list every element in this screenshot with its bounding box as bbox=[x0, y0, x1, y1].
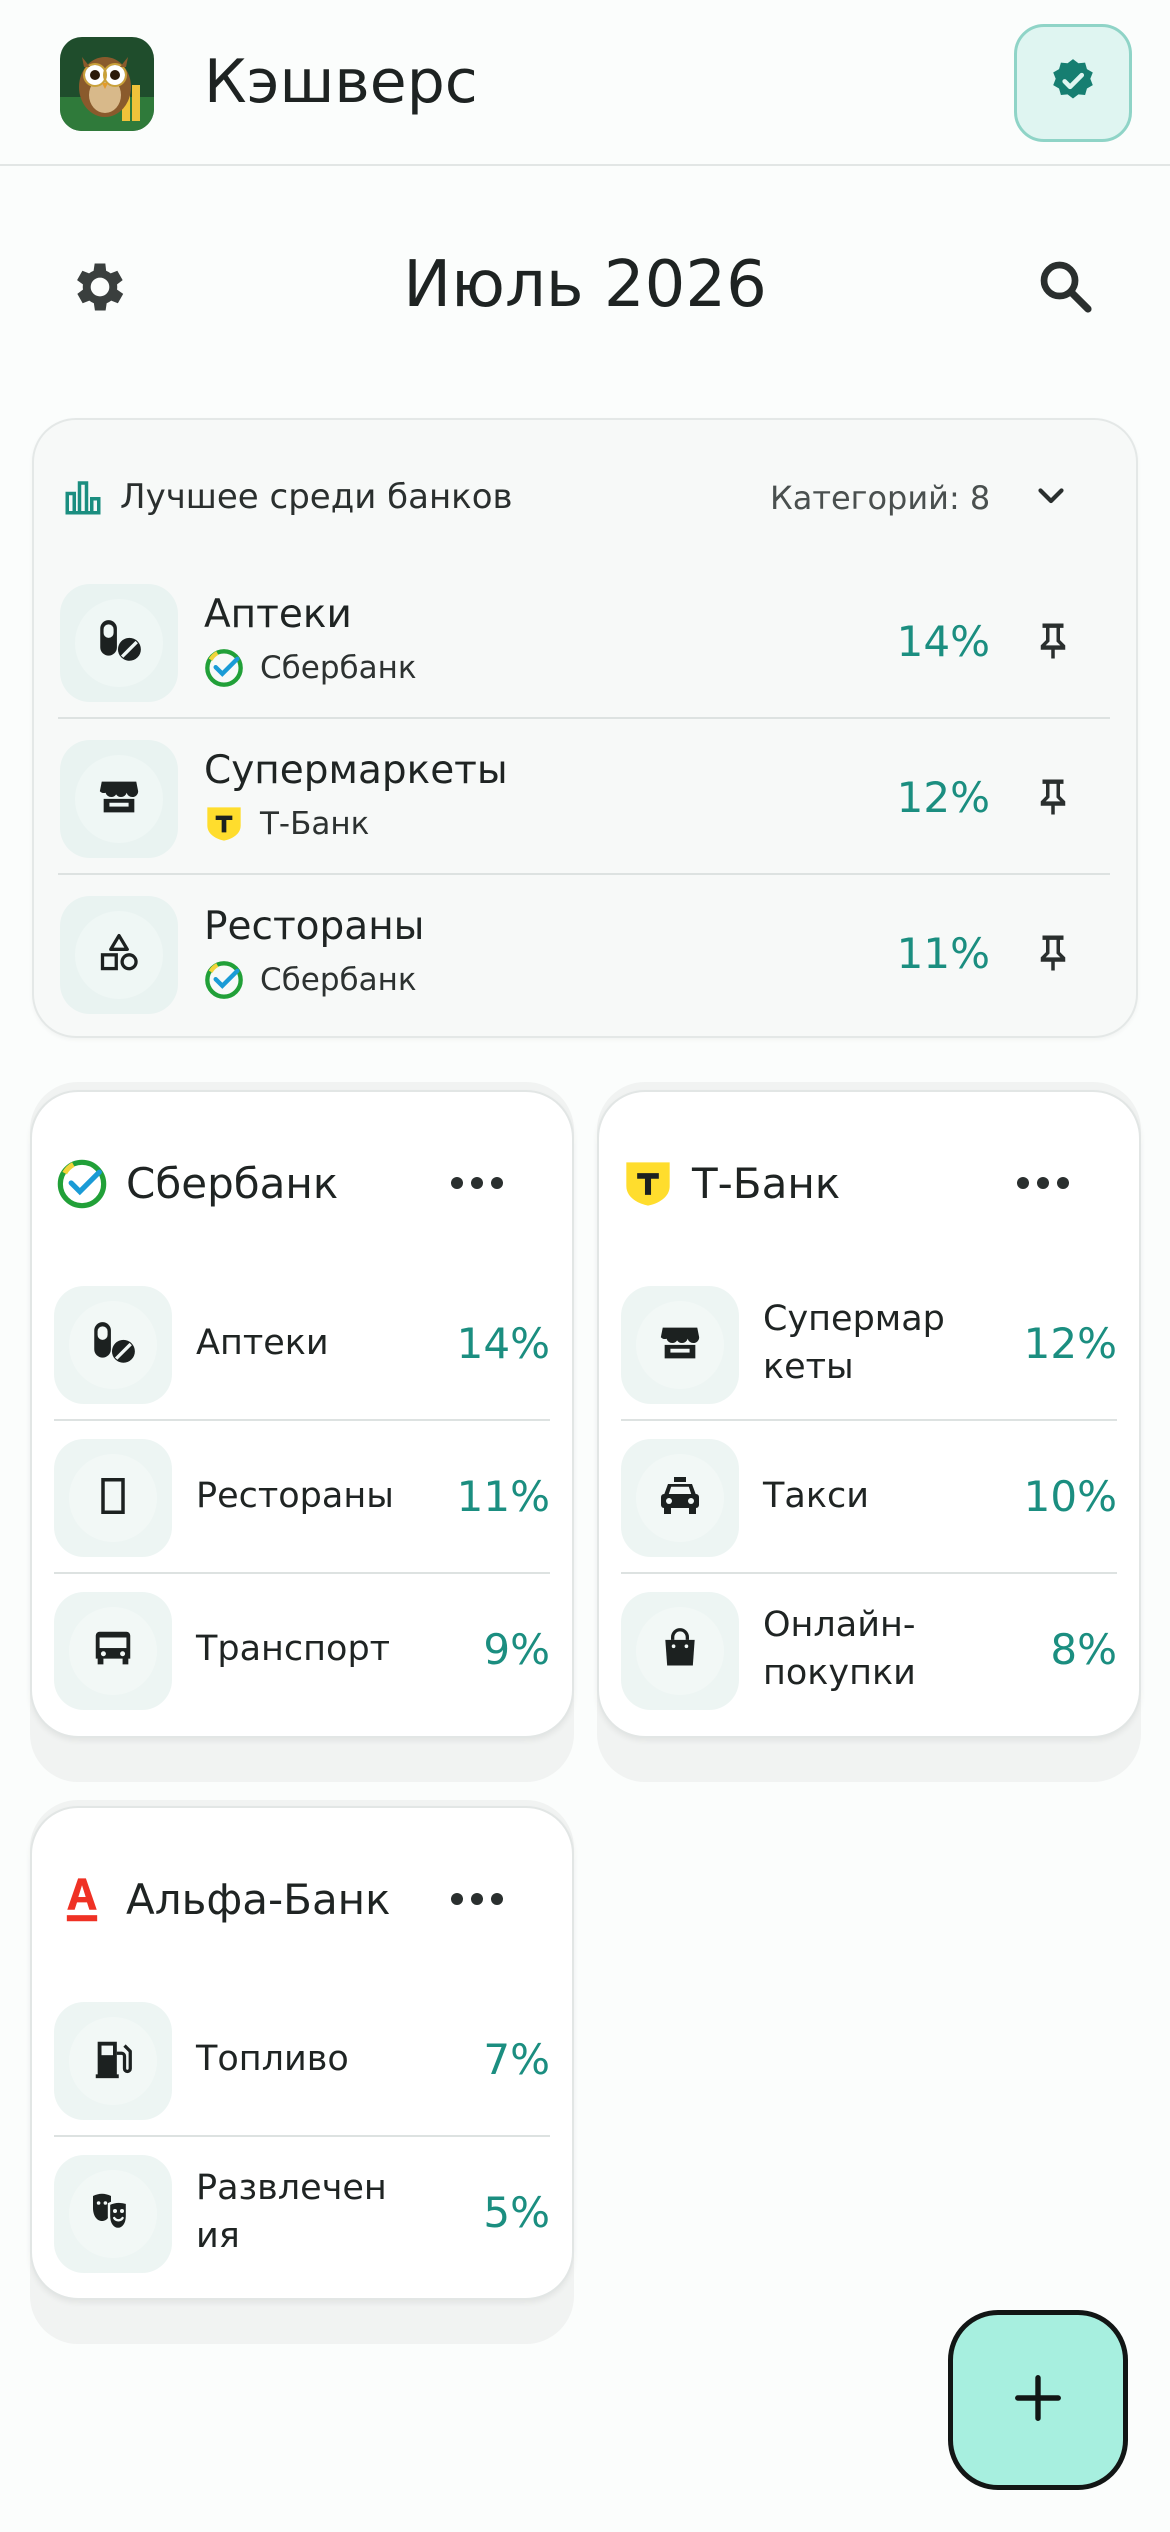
best-row-supermarkets[interactable]: Супермаркеты Т-Банк 12% bbox=[58, 720, 1110, 872]
category-name: Такси bbox=[763, 1476, 869, 1516]
theater-masks-icon bbox=[89, 2188, 137, 2240]
app-logo bbox=[60, 37, 154, 131]
bank-name: Сбербанк bbox=[260, 962, 417, 998]
cashback-percent: 14% bbox=[456, 1318, 550, 1368]
sberbank-logo-icon bbox=[204, 648, 244, 688]
cashback-percent: 5% bbox=[483, 2187, 550, 2237]
pin-button[interactable] bbox=[1028, 774, 1078, 824]
taxi-icon bbox=[656, 1472, 704, 1524]
shopping-bag-icon bbox=[658, 1627, 702, 1675]
category-row[interactable]: Такси 10% bbox=[621, 1421, 1117, 1571]
pin-button[interactable] bbox=[1028, 930, 1078, 980]
category-name: Транспорт bbox=[196, 1629, 391, 1669]
alfabank-logo-icon bbox=[56, 1874, 108, 1926]
cashback-percent: 14% bbox=[896, 617, 990, 666]
category-name: Развлечения bbox=[196, 2168, 387, 2256]
cashback-percent: 8% bbox=[1050, 1624, 1117, 1674]
category-name: Супермаркеты bbox=[763, 1299, 945, 1387]
store-icon bbox=[96, 774, 142, 824]
category-name: Онлайн-покупки bbox=[763, 1605, 916, 1693]
verified-badge-icon bbox=[1048, 56, 1098, 110]
category-row[interactable]: Транспорт 9% bbox=[54, 1574, 550, 1724]
category-row[interactable]: Рестораны 11% bbox=[54, 1421, 550, 1571]
divider bbox=[58, 717, 1110, 719]
more-button[interactable] bbox=[442, 1164, 512, 1204]
cashback-percent: 12% bbox=[1023, 1318, 1117, 1368]
category-icon-box bbox=[60, 584, 178, 702]
search-icon bbox=[1035, 256, 1097, 322]
more-horizontal-icon bbox=[450, 1175, 504, 1194]
best-row-restaurants[interactable]: Рестораны Сбербанк 11% bbox=[58, 876, 1110, 1028]
missing-glyph-icon bbox=[98, 1476, 128, 1520]
pin-icon bbox=[1032, 620, 1074, 666]
bus-icon bbox=[90, 1626, 136, 1676]
bank-title: Сбербанк bbox=[126, 1159, 339, 1208]
category-icon-box bbox=[60, 896, 178, 1014]
more-horizontal-icon bbox=[450, 1891, 504, 1910]
cashback-percent: 12% bbox=[896, 773, 990, 822]
pin-button[interactable] bbox=[1028, 618, 1078, 668]
cashback-percent: 10% bbox=[1023, 1471, 1117, 1521]
store-icon bbox=[657, 1320, 703, 1370]
sberbank-logo-icon bbox=[56, 1158, 108, 1210]
more-button[interactable] bbox=[1008, 1164, 1078, 1204]
category-name: Рестораны bbox=[196, 1476, 394, 1516]
cashback-percent: 9% bbox=[483, 1624, 550, 1674]
cashback-percent: 11% bbox=[456, 1471, 550, 1521]
bank-name: Т-Банк bbox=[260, 806, 370, 842]
pin-icon bbox=[1032, 776, 1074, 822]
category-name: Супермаркеты bbox=[204, 748, 508, 793]
pin-icon bbox=[1032, 932, 1074, 978]
chevron-down-icon bbox=[1033, 477, 1069, 517]
category-row[interactable]: Аптеки 14% bbox=[54, 1268, 550, 1418]
add-button[interactable] bbox=[948, 2310, 1128, 2490]
expand-button[interactable] bbox=[1026, 472, 1076, 522]
bar-chart-icon bbox=[62, 476, 104, 518]
search-button[interactable] bbox=[1030, 253, 1102, 325]
category-row[interactable]: Развлечения 5% bbox=[54, 2137, 550, 2287]
tbank-logo-icon bbox=[622, 1158, 674, 1210]
fuel-icon bbox=[90, 2036, 136, 2086]
cashback-percent: 11% bbox=[896, 929, 990, 978]
pills-icon bbox=[94, 616, 144, 670]
category-name: Топливо bbox=[196, 2039, 349, 2079]
bank-title: Альфа-Банк bbox=[126, 1875, 391, 1924]
category-name: Аптеки bbox=[204, 592, 352, 637]
plus-icon bbox=[1011, 2371, 1065, 2429]
category-row[interactable]: Топливо 7% bbox=[54, 1984, 550, 2134]
category-name: Рестораны bbox=[204, 904, 425, 949]
category-row[interactable]: Онлайн-покупки 8% bbox=[621, 1574, 1117, 1724]
more-horizontal-icon bbox=[1016, 1175, 1070, 1194]
best-card-title: Лучшее среди банков bbox=[120, 477, 513, 517]
sberbank-logo-icon bbox=[204, 960, 244, 1000]
pills-icon bbox=[88, 1318, 138, 1372]
category-icon-box bbox=[60, 740, 178, 858]
month-title[interactable]: Июль 2026 bbox=[0, 245, 1170, 325]
app-title: Кэшверс bbox=[204, 47, 478, 117]
bank-name: Сбербанк bbox=[260, 650, 417, 686]
shapes-icon bbox=[97, 931, 141, 979]
category-row[interactable]: Супермаркеты 12% bbox=[621, 1268, 1117, 1418]
cashback-percent: 7% bbox=[483, 2034, 550, 2084]
verified-button[interactable] bbox=[1014, 24, 1132, 142]
app-bar bbox=[0, 0, 1170, 166]
bank-title: Т-Банк bbox=[692, 1159, 841, 1208]
best-row-pharmacy[interactable]: Аптеки Сбербанк 14% bbox=[58, 564, 1110, 716]
tbank-logo-icon bbox=[204, 804, 244, 844]
more-button[interactable] bbox=[442, 1880, 512, 1920]
category-name: Аптеки bbox=[196, 1323, 329, 1363]
categories-count: Категорий: 8 bbox=[770, 479, 991, 517]
divider bbox=[58, 873, 1110, 875]
